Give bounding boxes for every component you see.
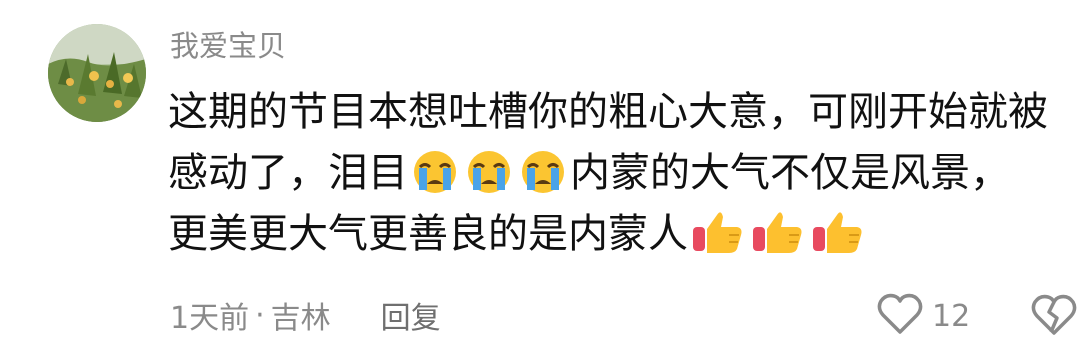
- comment-text-segment: 感动了，泪目: [168, 150, 408, 196]
- comment-text-segment: 内蒙的大气不仅是风景，: [570, 150, 1010, 196]
- like-button[interactable]: 12: [876, 293, 971, 339]
- dislike-button[interactable]: [1030, 294, 1078, 340]
- broken-heart-icon: [1030, 294, 1078, 340]
- thumbs-up-icon: [689, 209, 747, 273]
- comment-line-1: 这期的节目本想吐槽你的粗心大意，可刚开始就被: [168, 89, 1048, 135]
- reply-button[interactable]: 回复: [381, 293, 441, 337]
- comment-text-segment: 更美更大气更善良的是内蒙人: [168, 211, 688, 257]
- comment-location: 吉林: [270, 301, 331, 336]
- thumbs-up-icon: [809, 209, 867, 273]
- avatar[interactable]: [48, 24, 146, 122]
- comment-line-3: 更美更大气更善良的是内蒙人: [168, 204, 1068, 265]
- comment-time: 1天前: [170, 301, 250, 336]
- username[interactable]: 我爱宝贝: [170, 24, 286, 68]
- heart-icon: [876, 293, 924, 339]
- comment-text: 这期的节目本想吐槽你的粗心大意，可刚开始就被 感动了，泪目 内蒙的大气不仅是风景，…: [168, 82, 1068, 265]
- comment-line-2: 感动了，泪目 内蒙的大气不仅是风景，: [168, 143, 1068, 204]
- like-count: 12: [932, 298, 971, 334]
- meta-separator: ·: [255, 297, 265, 333]
- crying-face-icon: [409, 150, 461, 212]
- thumbs-up-icon: [749, 209, 807, 273]
- crying-face-icon: [463, 150, 515, 212]
- crying-face-icon: [517, 150, 569, 212]
- comment-meta: 1天前 · 吉林 回复: [170, 290, 441, 340]
